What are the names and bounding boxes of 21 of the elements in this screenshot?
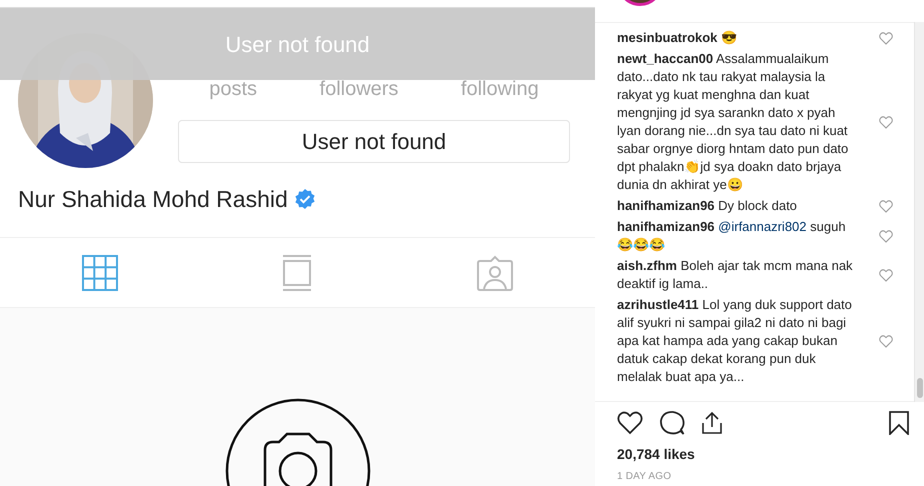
like-count: 20,784 likes [617, 445, 695, 464]
page-tab[interactable] [281, 254, 314, 292]
stat-label: following [460, 77, 539, 102]
comment-text: hanifhamizan96 Dy block dato [617, 197, 798, 215]
share-icon[interactable] [701, 411, 723, 435]
comment-text: mesinbuatrokok 😎 [617, 29, 738, 47]
bookmark-icon[interactable] [889, 411, 909, 435]
camera-icon [224, 398, 370, 486]
stat-label: followers [320, 77, 398, 102]
user-not-found-button[interactable]: User not found [178, 120, 570, 163]
post-time: 1 DAY AGO [617, 470, 672, 484]
comment-text: aish.zfhm Boleh ajar tak mcm mana nak deaktif ig lama.. [617, 257, 854, 293]
scrollbar[interactable] [914, 22, 924, 402]
heart-icon[interactable] [617, 411, 643, 435]
mention-link[interactable]: @irfannazri802 [718, 219, 807, 234]
profile-name: Nur Shahida Mohd Rashid [18, 185, 288, 214]
tagged-person-tab[interactable] [476, 254, 514, 292]
comment-icon[interactable] [659, 410, 685, 436]
stat-label: posts [209, 77, 258, 102]
grid-tab[interactable] [81, 254, 120, 292]
comment-text: azrihustle411 Lol yang duk support dato alif syukri ni sampai gila2 ni dato ni bagi apa kat hampa ada yang cakap bukan datuk cakap dekat korang pun duk melalak buat apa ya... [617, 296, 853, 386]
